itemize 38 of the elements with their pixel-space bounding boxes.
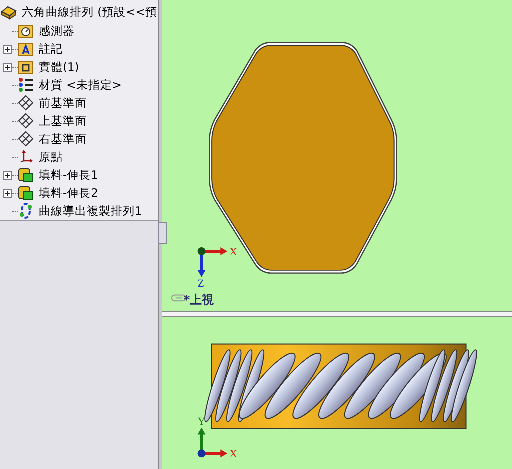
tree-item[interactable]: 原點 [39,150,63,164]
tree-item[interactable]: 實體(1) [39,60,80,74]
folder-icon [18,59,34,75]
tree-item[interactable]: 上基準面 [39,114,87,128]
tree-item[interactable]: 右基準面 [39,132,87,146]
axis-label: Y [198,416,206,428]
folder-icon [18,41,34,57]
origin-dot [198,450,206,458]
plane-icon [18,95,34,111]
origin-dot [198,247,206,256]
tree-item[interactable]: 曲線導出複製排列1 [39,204,142,218]
tree-item[interactable]: 感測器 [39,24,75,38]
folder-icon [18,23,34,39]
tree-item[interactable]: 填料-伸長2 [39,186,98,200]
tree-item[interactable]: 填料-伸長1 [39,168,98,182]
expand-icon[interactable] [3,170,12,180]
viewport[interactable]: X Z *上視 [162,0,512,311]
part-icon [1,4,17,20]
extrude-icon [18,185,34,201]
tree-item[interactable]: 前基準面 [39,96,87,110]
extrude-icon [18,167,34,183]
tree-item[interactable]: 六角曲線排列 (預設<<預 [22,4,158,20]
tree-item[interactable]: 材質 <未指定> [39,78,122,92]
origin-icon [18,149,34,165]
axis-label: X [230,246,238,258]
tree-item[interactable]: 註記 [39,42,63,56]
plane-icon [18,113,34,129]
expand-icon[interactable] [3,62,12,72]
material-icon [18,77,34,93]
pattern-icon [18,203,34,219]
axis-label: X [230,448,238,461]
expand-icon[interactable] [3,44,12,54]
axis-label: Z [198,278,204,290]
expand-icon[interactable] [3,188,12,198]
collapse-handle[interactable] [158,222,167,244]
view-label: *上視 [184,293,214,308]
plane-icon [18,131,34,147]
viewport[interactable]: Y X [162,317,512,469]
